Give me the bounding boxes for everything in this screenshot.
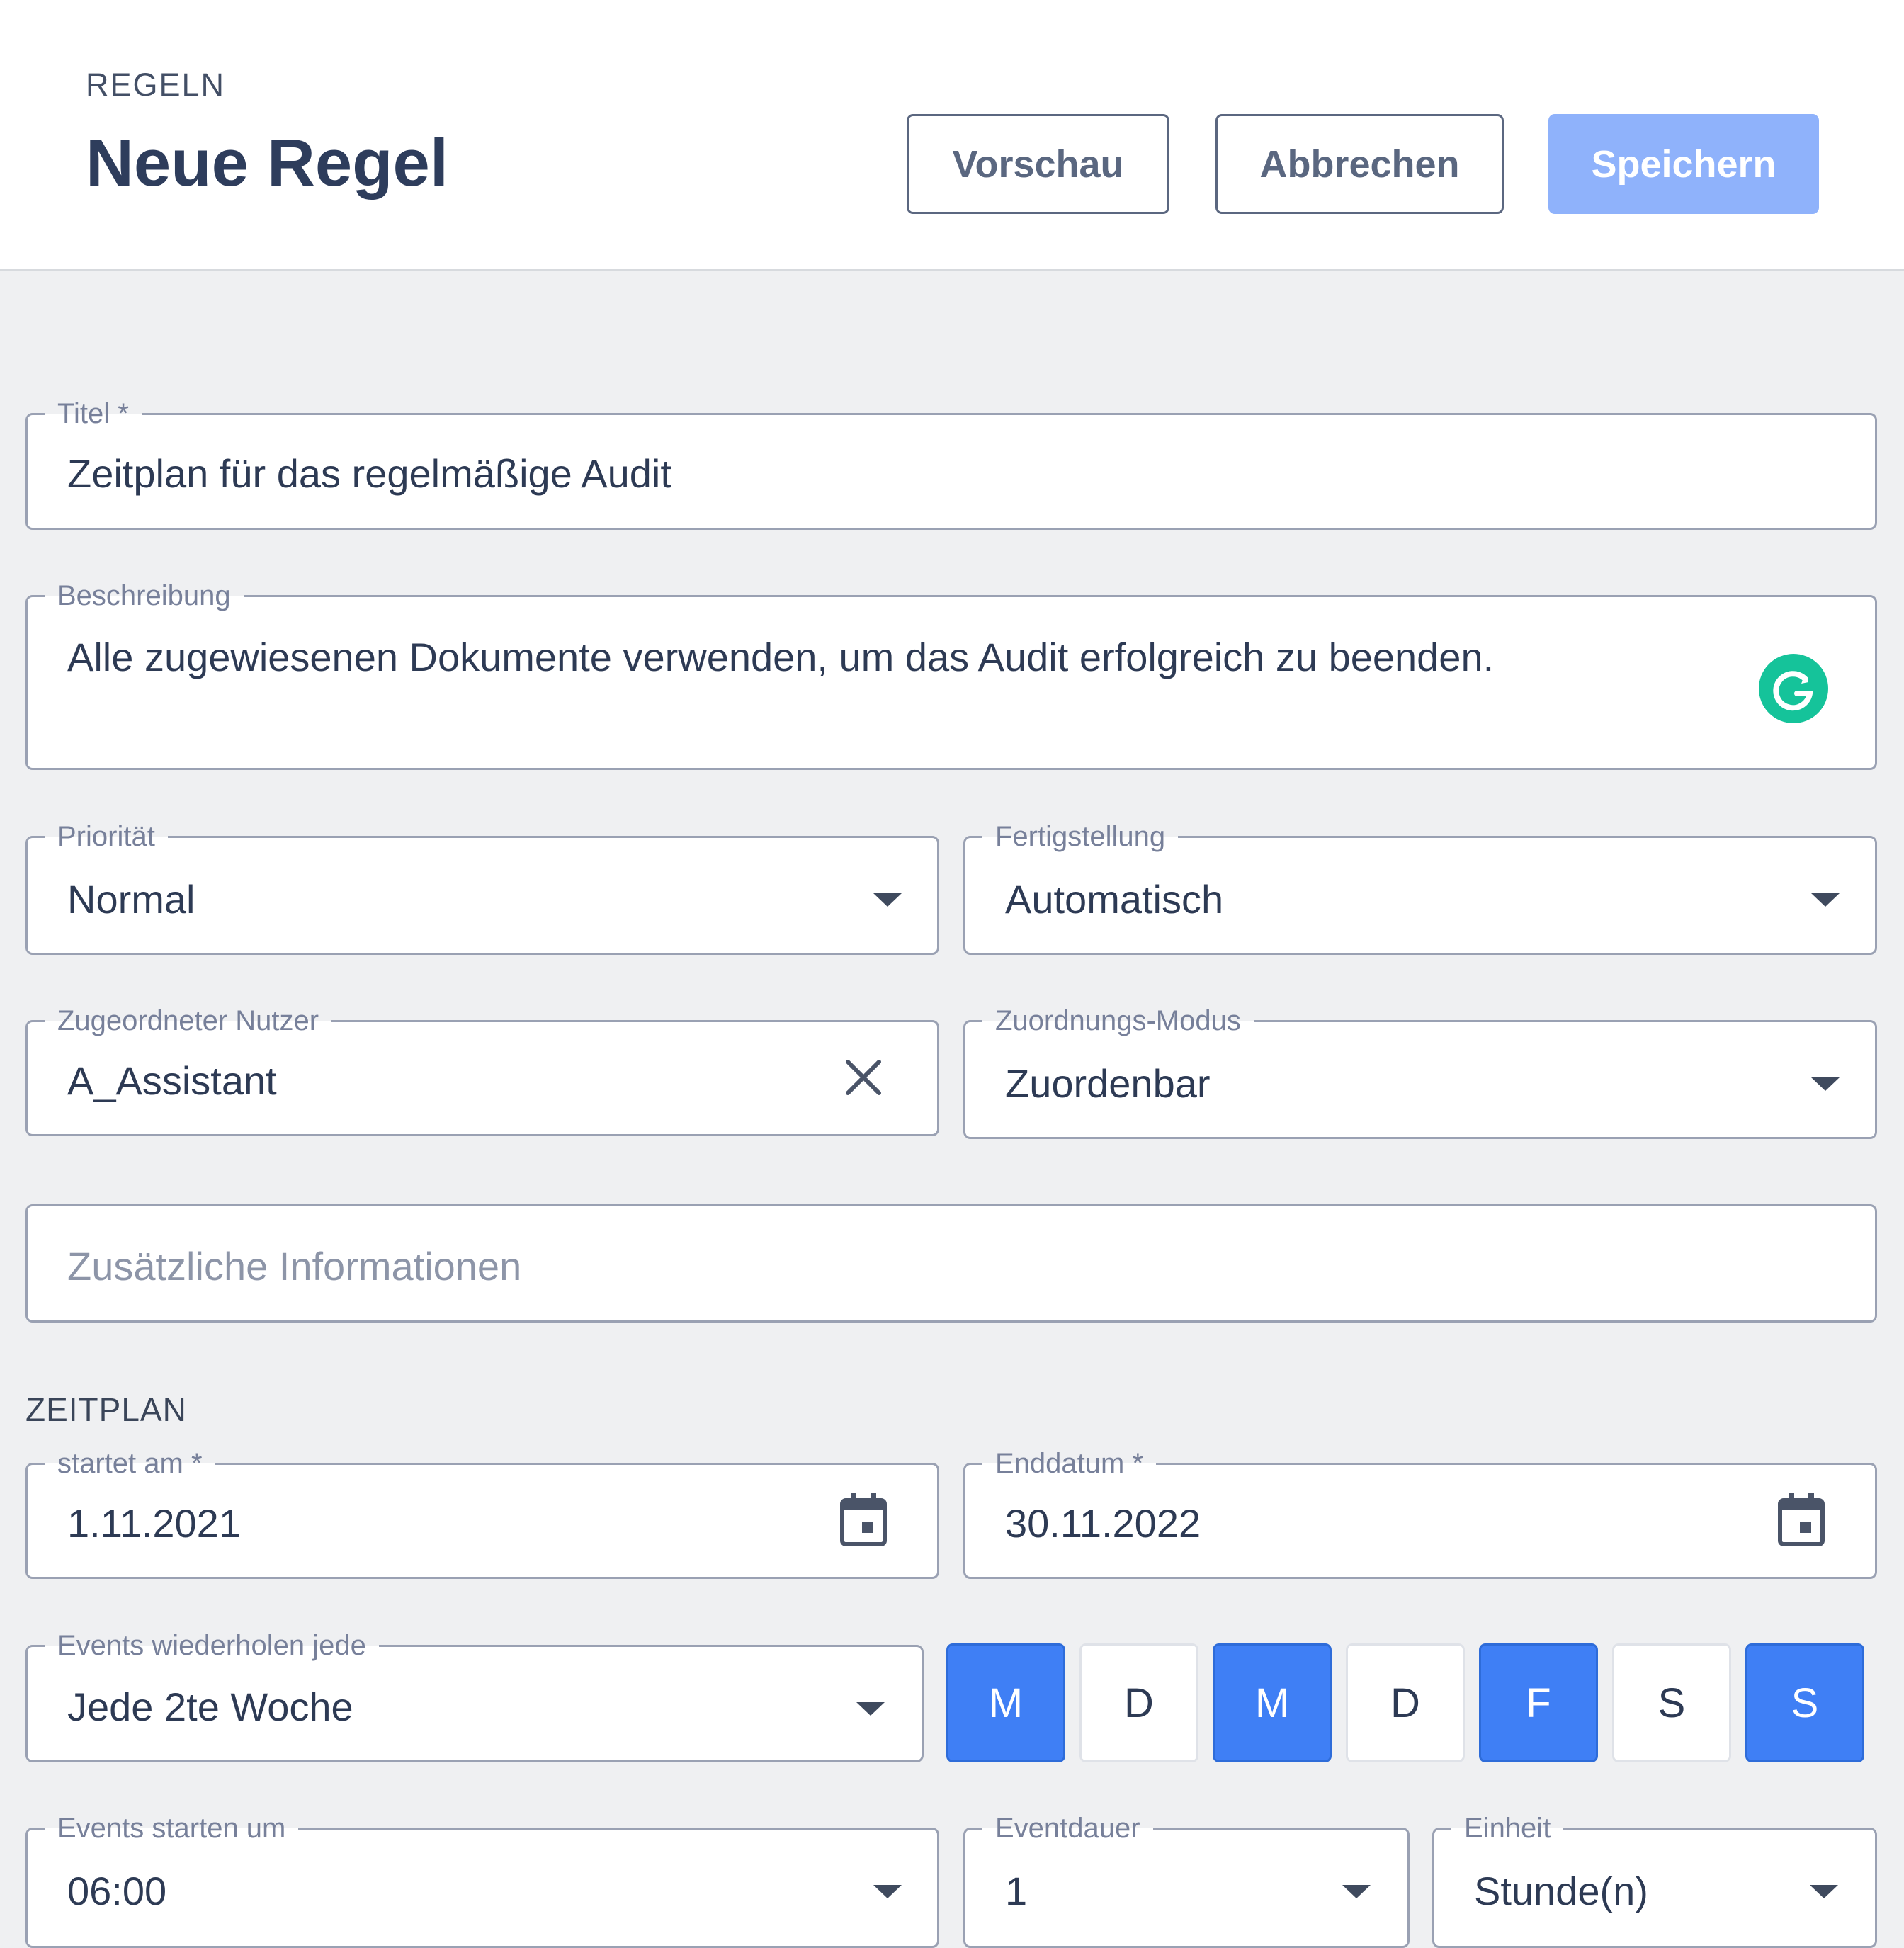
chevron-down-icon	[856, 1702, 885, 1716]
assignment-mode-value: Zuordenbar	[1005, 1061, 1211, 1106]
end-date-label: Enddatum *	[982, 1448, 1157, 1479]
additional-info-placeholder: Zusätzliche Informationen	[67, 1244, 522, 1289]
priority-value: Normal	[67, 877, 196, 922]
title-field[interactable]: Titel * Zeitplan für das regelmäßige Aud…	[26, 398, 1877, 530]
description-field[interactable]: Beschreibung Alle zugewiesenen Dokumente…	[26, 580, 1877, 770]
schedule-section-label: ZEITPLAN	[26, 1391, 187, 1428]
save-button[interactable]: Speichern	[1548, 114, 1819, 214]
unit-value: Stunde(n)	[1474, 1869, 1648, 1913]
repeat-interval-value: Jede 2te Woche	[67, 1684, 353, 1729]
start-date-value: 1.11.2021	[67, 1501, 241, 1546]
weekday-toggle-tuesday[interactable]: D	[1080, 1643, 1198, 1762]
description-label: Beschreibung	[45, 580, 244, 611]
assigned-user-label: Zugeordneter Nutzer	[45, 1005, 332, 1036]
calendar-icon[interactable]	[839, 1493, 888, 1547]
chevron-down-icon	[873, 893, 902, 907]
assigned-user-field[interactable]: Zugeordneter Nutzer A_Assistant	[26, 1005, 939, 1136]
weekday-toggle-saturday[interactable]: S	[1612, 1643, 1731, 1762]
preview-button[interactable]: Vorschau	[907, 114, 1169, 214]
start-time-select[interactable]: Events starten um 06:00	[26, 1813, 939, 1948]
unit-label: Einheit	[1451, 1813, 1564, 1844]
duration-label: Eventdauer	[982, 1813, 1153, 1844]
title-label: Titel *	[45, 398, 142, 429]
unit-select[interactable]: Einheit Stunde(n)	[1432, 1813, 1877, 1948]
weekday-toggle-sunday[interactable]: S	[1745, 1643, 1864, 1762]
duration-select[interactable]: Eventdauer 1	[963, 1813, 1410, 1948]
duration-value: 1	[1005, 1869, 1028, 1913]
chevron-down-icon	[873, 1885, 902, 1898]
grammarly-icon[interactable]	[1759, 654, 1828, 723]
completion-label: Fertigstellung	[982, 821, 1179, 852]
description-value: Alle zugewiesenen Dokumente verwenden, u…	[67, 635, 1495, 679]
cancel-button[interactable]: Abbrechen	[1216, 114, 1504, 214]
completion-value: Automatisch	[1005, 877, 1224, 922]
assignment-mode-select[interactable]: Zuordnungs-Modus Zuordenbar	[963, 1005, 1877, 1139]
breadcrumb[interactable]: REGELN	[86, 67, 225, 103]
chevron-down-icon	[1811, 893, 1840, 907]
additional-info-input[interactable]: Zusätzliche Informationen	[26, 1204, 1877, 1323]
start-time-value: 06:00	[67, 1869, 167, 1913]
weekday-toggle-thursday[interactable]: D	[1346, 1643, 1465, 1762]
chevron-down-icon	[1342, 1885, 1371, 1898]
start-date-field[interactable]: startet am * 1.11.2021	[26, 1448, 939, 1579]
calendar-icon[interactable]	[1777, 1493, 1825, 1547]
weekday-toggle-friday[interactable]: F	[1479, 1643, 1598, 1762]
priority-select[interactable]: Priorität Normal	[26, 821, 939, 955]
clear-icon[interactable]	[844, 1058, 883, 1097]
end-date-field[interactable]: Enddatum * 30.11.2022	[963, 1448, 1877, 1579]
weekday-toggle-wednesday[interactable]: M	[1213, 1643, 1332, 1762]
page-header: REGELN Neue Regel Vorschau Abbrechen Spe…	[0, 0, 1904, 271]
repeat-interval-select[interactable]: Events wiederholen jede Jede 2te Woche	[26, 1630, 924, 1762]
page-title: Neue Regel	[86, 125, 448, 200]
assigned-user-value: A_Assistant	[67, 1058, 277, 1103]
start-date-label: startet am *	[45, 1448, 215, 1479]
repeat-interval-label: Events wiederholen jede	[45, 1630, 379, 1661]
weekday-toggle-monday[interactable]: M	[946, 1643, 1065, 1762]
completion-select[interactable]: Fertigstellung Automatisch	[963, 821, 1877, 955]
priority-label: Priorität	[45, 821, 168, 852]
start-time-label: Events starten um	[45, 1813, 299, 1844]
chevron-down-icon	[1811, 1077, 1840, 1091]
chevron-down-icon	[1810, 1885, 1838, 1898]
assignment-mode-label: Zuordnungs-Modus	[982, 1005, 1254, 1036]
title-value: Zeitplan für das regelmäßige Audit	[67, 451, 672, 496]
end-date-value: 30.11.2022	[1005, 1501, 1201, 1546]
